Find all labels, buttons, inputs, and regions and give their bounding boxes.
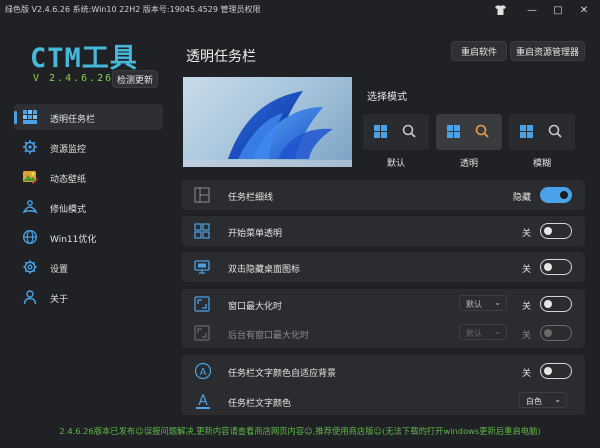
- gear-icon: [22, 259, 38, 275]
- grid-layout-icon: [194, 187, 210, 203]
- setting-state: 关: [521, 229, 531, 239]
- sidebar-item-label: 动态壁纸: [50, 175, 87, 185]
- taskbar-preview-image: [183, 77, 352, 167]
- maximize-mode-dropdown[interactable]: 默认 ⌄: [459, 295, 507, 311]
- mode-transparent-icon: [447, 124, 489, 138]
- background-maximize-toggle[interactable]: [540, 325, 572, 341]
- setting-label: 双击隐藏桌面图标: [228, 265, 301, 275]
- tshirt-icon[interactable]: [488, 1, 512, 19]
- font-color-icon: A: [194, 392, 212, 410]
- sidebar-item-cultivation-mode[interactable]: 修仙模式: [14, 194, 163, 220]
- chevron-down-icon: ⌄: [494, 298, 501, 307]
- mode-option-transparent[interactable]: [436, 114, 502, 150]
- mode-blur-icon: [520, 124, 562, 138]
- active-indicator: [14, 111, 17, 124]
- sidebar-item-label: 资源监控: [50, 145, 87, 155]
- sidebar-item-label: 透明任务栏: [50, 115, 96, 125]
- mode-caption-blur: 模糊: [532, 159, 551, 169]
- setting-label: 任务栏文字颜色自适应背景: [228, 369, 337, 379]
- hide-desktop-icons-toggle[interactable]: [540, 259, 572, 275]
- taskbar-icon: [22, 109, 38, 125]
- setting-row-start-menu-transparent: 开始菜单透明 关: [182, 216, 585, 246]
- setting-group-text-color: A 任务栏文字颜色自适应背景 关 A 任务栏文字颜色 白色 ⌄: [182, 355, 585, 415]
- mode-default-icon: [374, 124, 416, 138]
- setting-state: 关: [521, 302, 531, 312]
- page-title: 透明任务栏: [186, 49, 256, 65]
- sidebar-item-about[interactable]: 关于: [14, 284, 163, 310]
- close-button[interactable]: ✕: [572, 1, 596, 19]
- setting-state: 关: [521, 265, 531, 275]
- chevron-down-icon: ⌄: [554, 395, 561, 404]
- adaptive-text-color-toggle[interactable]: [540, 363, 572, 379]
- sidebar-item-label: 关于: [50, 295, 69, 305]
- footer-announcement[interactable]: 2.4.6.26版本已发布☺误报问题解决,更新内容请查看商店网页内容☺,推荐使用…: [0, 421, 600, 448]
- title-bar-text: 绿色版 V2.4.6.26 系统:Win10 22H2 版本号:19045.45…: [5, 5, 261, 14]
- restart-app-button[interactable]: 重启软件: [451, 41, 507, 61]
- preview-taskbar: [183, 160, 352, 167]
- start-menu-transparent-toggle[interactable]: [540, 223, 572, 239]
- monitor-gear-icon: [22, 139, 38, 155]
- sidebar-item-label: Win11优化: [50, 235, 97, 245]
- text-color-dropdown[interactable]: 白色 ⌄: [519, 392, 567, 408]
- sidebar-item-label: 设置: [50, 265, 69, 275]
- mode-label: 选择模式: [367, 92, 407, 103]
- sidebar-item-win11-optimize[interactable]: Win11优化: [14, 224, 163, 250]
- check-update-button[interactable]: 检测更新: [112, 70, 158, 88]
- svg-text:A: A: [200, 367, 207, 378]
- auto-text-icon: A: [194, 362, 212, 380]
- cultivation-icon: [22, 199, 38, 215]
- start-menu-icon: [194, 223, 210, 239]
- maximize-icon: [194, 325, 210, 341]
- setting-label: 窗口最大化时: [228, 302, 283, 312]
- sidebar-item-resource-monitor[interactable]: 资源监控: [14, 134, 163, 160]
- setting-label: 任务栏文字颜色: [228, 399, 292, 409]
- mode-option-blur[interactable]: [509, 114, 575, 150]
- mode-caption-default: 默认: [386, 159, 405, 169]
- globe-icon: [22, 229, 38, 245]
- setting-label: 开始菜单透明: [228, 229, 283, 239]
- minimize-button[interactable]: —: [520, 1, 544, 19]
- setting-label: 后台有窗口最大化时: [228, 331, 310, 341]
- setting-group-maximize: 窗口最大化时 默认 ⌄ 关 后台有窗口最大化时 默认 ⌄ 关: [182, 289, 585, 348]
- setting-row-doubleclick-hide-icons: 双击隐藏桌面图标 关: [182, 252, 585, 282]
- setting-state: 关: [521, 331, 531, 341]
- maximize-button[interactable]: □: [546, 1, 570, 19]
- user-icon: [22, 289, 38, 305]
- setting-row-background-maximize: 后台有窗口最大化时 默认 ⌄ 关: [182, 319, 585, 348]
- restart-explorer-button[interactable]: 重启资源管理器: [510, 41, 585, 61]
- setting-state: 隐藏: [512, 193, 531, 203]
- mode-caption-transparent: 透明: [459, 159, 478, 169]
- maximize-icon: [194, 296, 210, 312]
- background-maximize-dropdown[interactable]: 默认 ⌄: [459, 324, 507, 340]
- svg-text:A: A: [198, 393, 208, 409]
- wallpaper-icon: [22, 169, 38, 185]
- title-bar: 绿色版 V2.4.6.26 系统:Win10 22H2 版本号:19045.45…: [0, 0, 600, 20]
- app-version: V 2.4.6.26: [33, 73, 114, 84]
- sidebar-item-dynamic-wallpaper[interactable]: 动态壁纸: [14, 164, 163, 190]
- setting-label: 任务栏细线: [228, 193, 274, 203]
- taskbar-line-toggle[interactable]: [540, 187, 572, 203]
- sidebar-item-settings[interactable]: 设置: [14, 254, 163, 280]
- setting-row-taskbar-line: 任务栏细线 隐藏: [182, 180, 585, 210]
- mode-option-default[interactable]: [363, 114, 429, 150]
- sidebar-item-transparent-taskbar[interactable]: 透明任务栏: [14, 104, 163, 130]
- chevron-down-icon: ⌄: [494, 327, 501, 336]
- sidebar-item-label: 修仙模式: [50, 205, 87, 215]
- desktop-monitor-icon: [194, 259, 210, 275]
- maximize-toggle[interactable]: [540, 296, 572, 312]
- setting-state: 关: [521, 369, 531, 379]
